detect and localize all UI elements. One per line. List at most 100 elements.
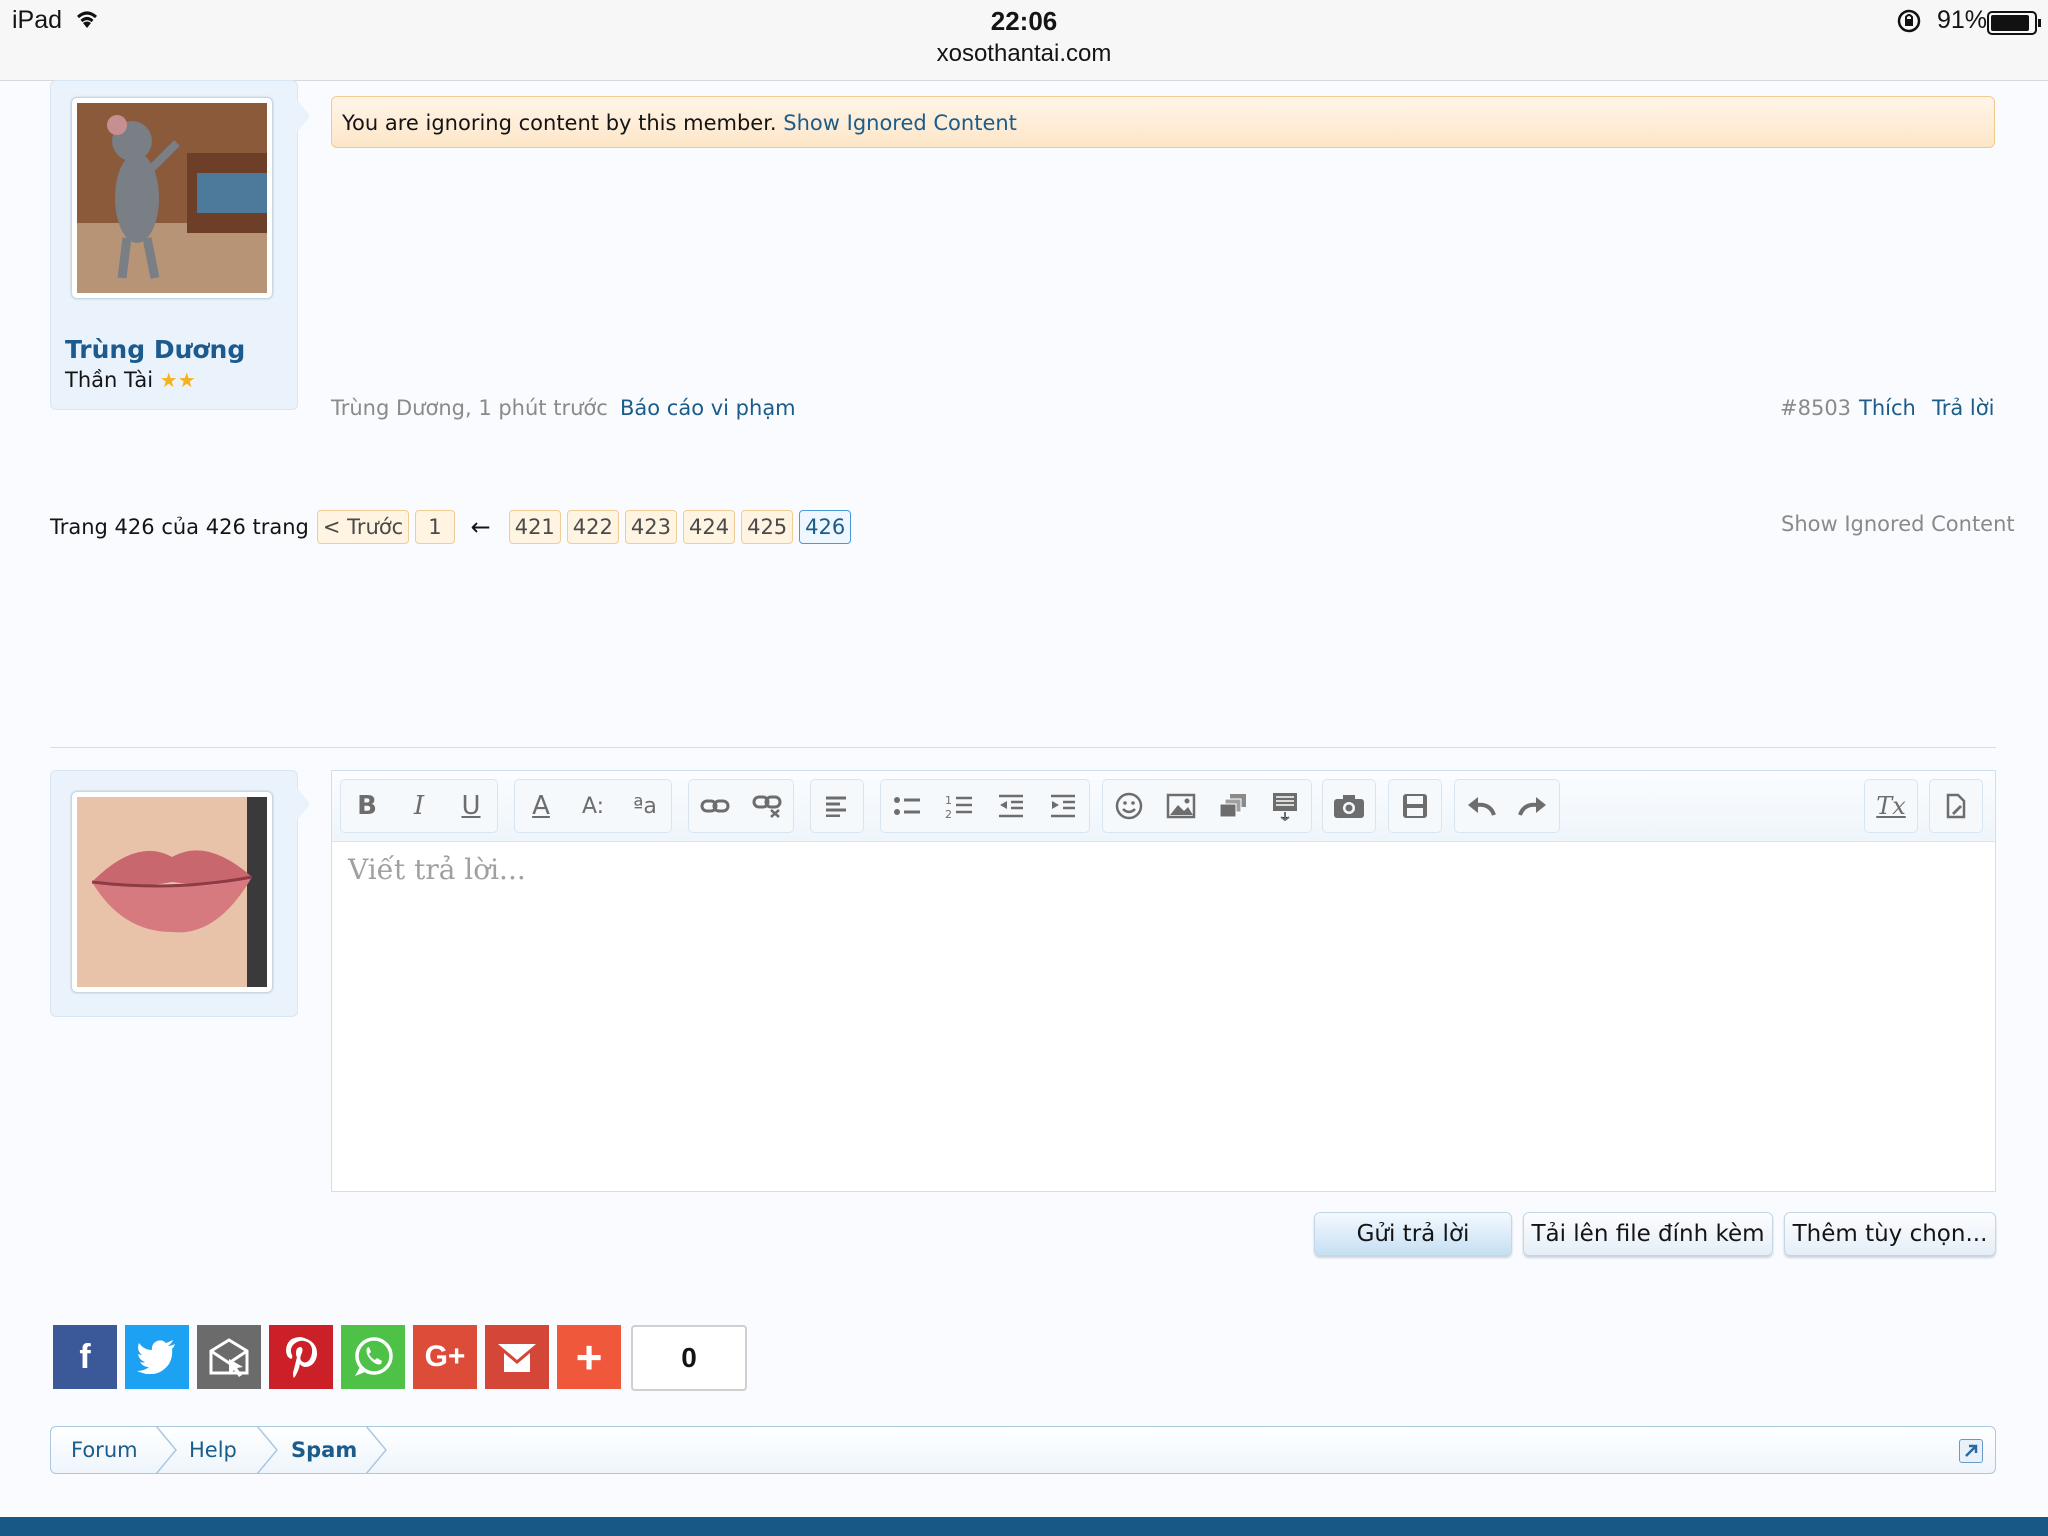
reply-editor: B I U A A: ªa 12 Tx Viết trả lời...: [331, 770, 1996, 1192]
clock: 22:06: [990, 6, 1058, 36]
remove-format-icon[interactable]: Tx: [1865, 780, 1917, 832]
show-ignored-link[interactable]: Show Ignored Content: [783, 111, 1017, 135]
pagination: Trang 426 của 426 trang < Trước 1 ← 421 …: [50, 510, 857, 544]
whatsapp-icon[interactable]: [341, 1325, 405, 1389]
font-group: A A: ªa: [514, 779, 672, 833]
like-link[interactable]: Thích: [1859, 396, 1916, 420]
email-icon[interactable]: [197, 1325, 261, 1389]
list-group: 12: [880, 779, 1090, 833]
outdent-icon[interactable]: [985, 780, 1037, 832]
twitter-icon[interactable]: [125, 1325, 189, 1389]
undo-icon[interactable]: [1455, 780, 1507, 832]
avatar-image: [77, 103, 267, 293]
first-page-button[interactable]: 1: [415, 510, 455, 544]
page-button-423[interactable]: 423: [624, 510, 677, 544]
show-ignored-content-link[interactable]: Show Ignored Content: [1781, 512, 2015, 536]
clear-format-group: Tx: [1864, 779, 1918, 833]
google-plus-icon[interactable]: G+: [413, 1325, 477, 1389]
bold-button[interactable]: B: [341, 780, 393, 832]
unlink-icon[interactable]: [741, 780, 793, 832]
post-author-time: Trùng Dương, 1 phút trước: [331, 396, 608, 420]
redo-icon[interactable]: [1507, 780, 1559, 832]
ignored-notice: You are ignoring content by this member.…: [331, 96, 1995, 148]
toggle-bbcode-icon[interactable]: [1930, 780, 1982, 832]
rank-stars-icon: ★★: [159, 368, 196, 392]
submit-reply-button[interactable]: Gửi trả lời: [1314, 1212, 1512, 1256]
align-group: [810, 779, 864, 833]
link-group: [688, 779, 794, 833]
my-avatar[interactable]: [71, 791, 273, 993]
save-group: [1388, 779, 1442, 833]
insert-group: [1102, 779, 1312, 833]
post-user-card: Trùng Dương Thần Tài ★★: [50, 80, 298, 410]
svg-text:1: 1: [945, 794, 952, 807]
link-icon[interactable]: [689, 780, 741, 832]
page-jump-arrow[interactable]: ←: [471, 513, 491, 541]
align-left-icon[interactable]: [811, 780, 863, 832]
page-button-421[interactable]: 421: [508, 510, 561, 544]
breadcrumb-forum[interactable]: Forum: [71, 1427, 138, 1473]
share-count: 0: [631, 1325, 747, 1391]
page-button-current[interactable]: 426: [799, 510, 852, 544]
username[interactable]: Trùng Dương: [65, 335, 245, 364]
media-icon[interactable]: [1207, 780, 1259, 832]
page-button-424[interactable]: 424: [682, 510, 736, 544]
italic-button[interactable]: I: [393, 780, 445, 832]
user-title: Thần Tài ★★: [65, 368, 196, 392]
history-group: [1454, 779, 1560, 833]
address-bar[interactable]: xosothantai.com: [0, 40, 2048, 68]
breadcrumb-spam[interactable]: Spam: [291, 1427, 357, 1473]
numbered-list-icon[interactable]: 12: [933, 780, 985, 832]
my-avatar-image: [77, 797, 267, 987]
share-bar: f G+ + 0: [53, 1325, 747, 1391]
svg-text:2: 2: [945, 808, 952, 819]
footer-bar: [0, 1517, 2048, 1536]
insert-block-icon[interactable]: [1259, 780, 1311, 832]
gmail-icon[interactable]: [485, 1325, 549, 1389]
reply-textarea[interactable]: Viết trả lời...: [348, 853, 526, 886]
editor-toolbar: B I U A A: ªa 12 Tx: [332, 771, 1995, 842]
reply-user-card: [50, 770, 298, 1017]
report-link[interactable]: Báo cáo vi phạm: [620, 396, 796, 420]
card-arrow: [296, 98, 310, 134]
breadcrumb-separator: [365, 1426, 387, 1474]
avatar[interactable]: [71, 97, 273, 299]
ignored-text: You are ignoring content by this member.: [342, 111, 777, 135]
status-bar: iPad 22:06 xosothantai.com 91%: [0, 0, 2048, 81]
rotation-lock-icon: [1896, 8, 1922, 38]
pinterest-icon[interactable]: [269, 1325, 333, 1389]
battery-percent: 91%: [1937, 6, 1988, 34]
reply-link[interactable]: Trả lời: [1932, 396, 1994, 420]
more-share-icon[interactable]: +: [557, 1325, 621, 1389]
indent-icon[interactable]: [1037, 780, 1089, 832]
user-title-text: Thần Tài: [65, 368, 154, 392]
prev-page-button[interactable]: < Trước: [316, 510, 410, 544]
font-color-button[interactable]: A: [515, 780, 567, 832]
bbcode-group: [1929, 779, 1983, 833]
camera-group: [1322, 779, 1376, 833]
more-options-button[interactable]: Thêm tùy chọn...: [1784, 1212, 1996, 1256]
font-size-button[interactable]: A:: [567, 780, 619, 832]
upload-attachment-button[interactable]: Tải lên file đính kèm: [1523, 1212, 1773, 1256]
page-button-422[interactable]: 422: [566, 510, 619, 544]
font-family-button[interactable]: ªa: [619, 780, 671, 832]
smiley-icon[interactable]: [1103, 780, 1155, 832]
camera-icon[interactable]: [1323, 780, 1375, 832]
save-draft-icon[interactable]: [1389, 780, 1441, 832]
breadcrumb-separator: [155, 1426, 177, 1474]
jump-to-icon[interactable]: [1959, 1439, 1983, 1463]
page-summary: Trang 426 của 426 trang: [50, 515, 309, 539]
underline-button[interactable]: U: [445, 780, 497, 832]
breadcrumb-separator: [256, 1426, 278, 1474]
bullet-list-icon[interactable]: [881, 780, 933, 832]
battery-icon: [1987, 11, 2041, 35]
breadcrumb-help[interactable]: Help: [189, 1427, 237, 1473]
breadcrumb: Forum Help Spam: [50, 1426, 1996, 1474]
image-icon[interactable]: [1155, 780, 1207, 832]
page-button-425[interactable]: 425: [741, 510, 794, 544]
text-style-group: B I U: [340, 779, 498, 833]
post-number[interactable]: #8503: [1780, 396, 1851, 420]
facebook-icon[interactable]: f: [53, 1325, 117, 1389]
section-divider: [50, 747, 1996, 748]
reply-card-arrow: [296, 786, 310, 822]
